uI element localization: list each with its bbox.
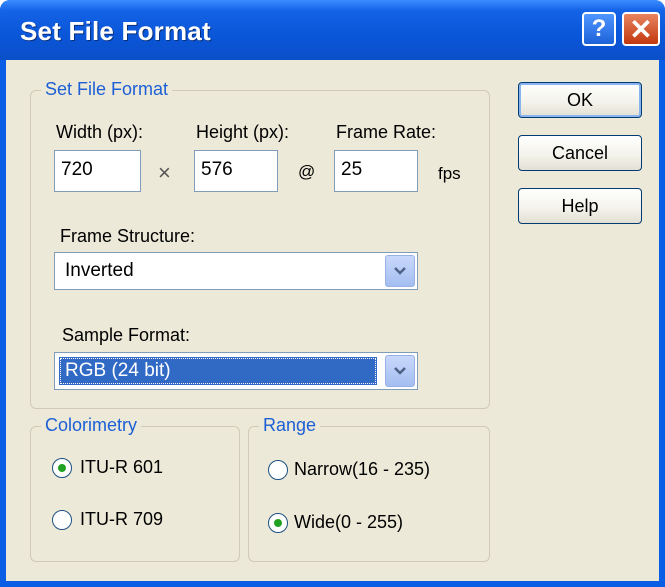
dialog-body: Set File Format Width (px): 720 × Height… bbox=[6, 60, 659, 581]
at-symbol: @ bbox=[298, 162, 316, 181]
frame-rate-label: Frame Rate: bbox=[336, 122, 437, 142]
range-wide-radio[interactable] bbox=[268, 513, 288, 533]
file-format-legend: Set File Format bbox=[41, 79, 173, 100]
height-input[interactable]: 576 bbox=[194, 150, 278, 192]
range-group: Range bbox=[248, 415, 490, 562]
chevron-down-icon[interactable] bbox=[385, 355, 415, 387]
colorimetry-709-label: ITU-R 709 bbox=[80, 509, 164, 529]
frame-structure-value: Inverted bbox=[65, 260, 134, 281]
sample-format-label: Sample Format: bbox=[62, 325, 191, 345]
width-label: Width (px): bbox=[56, 122, 144, 142]
close-icon[interactable]: ✕ bbox=[622, 12, 660, 46]
dialog-title: Set File Format bbox=[20, 16, 211, 46]
frame-structure-select[interactable]: Inverted bbox=[54, 252, 418, 290]
colorimetry-group: Colorimetry bbox=[30, 415, 240, 562]
colorimetry-709-radio[interactable] bbox=[52, 510, 72, 530]
sample-format-select[interactable]: RGB (24 bit) bbox=[54, 352, 418, 390]
times-symbol: × bbox=[158, 160, 171, 185]
frame-structure-label: Frame Structure: bbox=[60, 226, 196, 246]
width-input[interactable]: 720 bbox=[54, 150, 141, 192]
ok-button[interactable]: OK bbox=[518, 82, 642, 118]
colorimetry-601-radio[interactable] bbox=[52, 458, 72, 478]
help-icon[interactable]: ? bbox=[582, 12, 616, 46]
fps-unit: fps bbox=[438, 164, 461, 183]
colorimetry-legend: Colorimetry bbox=[41, 415, 142, 436]
dialog-window: Set File Format ? ✕ Set File Format Widt… bbox=[0, 0, 665, 587]
cancel-button[interactable]: Cancel bbox=[518, 135, 642, 171]
colorimetry-601-label: ITU-R 601 bbox=[80, 457, 164, 477]
help-button[interactable]: Help bbox=[518, 188, 642, 224]
range-legend: Range bbox=[259, 415, 321, 436]
height-label: Height (px): bbox=[196, 122, 290, 142]
range-narrow-radio[interactable] bbox=[268, 460, 288, 480]
sample-format-value: RGB (24 bit) bbox=[59, 357, 377, 385]
range-wide-label: Wide(0 - 255) bbox=[294, 512, 404, 532]
title-bar[interactable]: Set File Format ? ✕ bbox=[0, 0, 665, 60]
frame-rate-input[interactable]: 25 bbox=[334, 150, 418, 192]
chevron-down-icon[interactable] bbox=[385, 255, 415, 287]
range-narrow-label: Narrow(16 - 235) bbox=[294, 459, 431, 479]
